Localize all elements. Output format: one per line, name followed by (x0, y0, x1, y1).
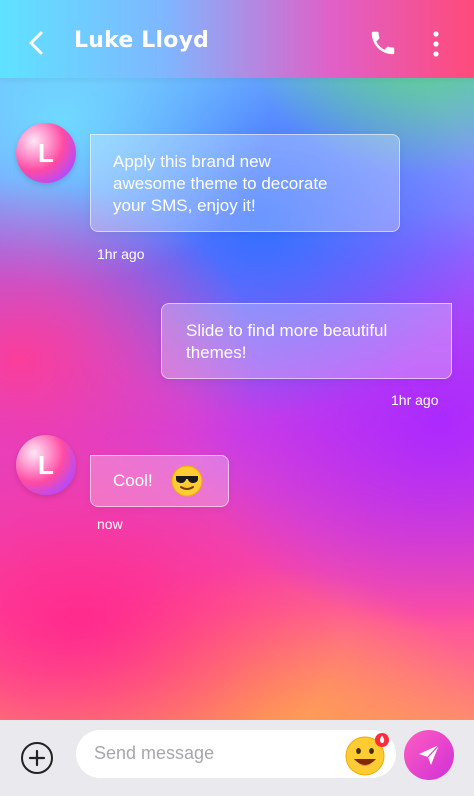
contact-avatar[interactable]: L (16, 123, 76, 183)
contact-avatar[interactable]: L (16, 435, 76, 495)
message-input-placeholder: Send message (94, 743, 215, 763)
more-vertical-icon[interactable] (428, 30, 444, 58)
app-header: Luke Lloyd (0, 0, 474, 78)
avatar-initial: L (38, 449, 54, 480)
message-text-line: awesome theme to decorate (113, 174, 328, 193)
message-bubble-incoming[interactable]: Apply this brand new awesome theme to de… (90, 134, 400, 232)
message-timestamp: 1hr ago (97, 246, 145, 262)
message-text-line: Apply this brand new (113, 152, 271, 171)
chevron-left-icon[interactable] (24, 30, 50, 56)
message-text: Cool! (113, 471, 153, 490)
avatar-initial: L (38, 137, 54, 168)
message-text-line: themes! (186, 343, 247, 362)
message-timestamp: 1hr ago (391, 392, 439, 408)
send-icon (419, 744, 440, 765)
message-bubble-incoming[interactable]: Cool! (90, 455, 229, 507)
grinning-emoji-icon[interactable] (344, 731, 390, 777)
message-text-line: Slide to find more beautiful (186, 321, 388, 340)
contact-name: Luke Lloyd (74, 28, 210, 53)
send-button[interactable] (404, 730, 454, 780)
message-bubble-outgoing[interactable]: Slide to find more beautiful themes! (161, 303, 452, 379)
phone-icon[interactable] (368, 28, 398, 58)
message-text-line: your SMS, enjoy it! (113, 196, 256, 215)
plus-circle-icon[interactable] (20, 741, 54, 775)
sunglasses-emoji (171, 465, 203, 497)
message-timestamp: now (97, 516, 123, 532)
